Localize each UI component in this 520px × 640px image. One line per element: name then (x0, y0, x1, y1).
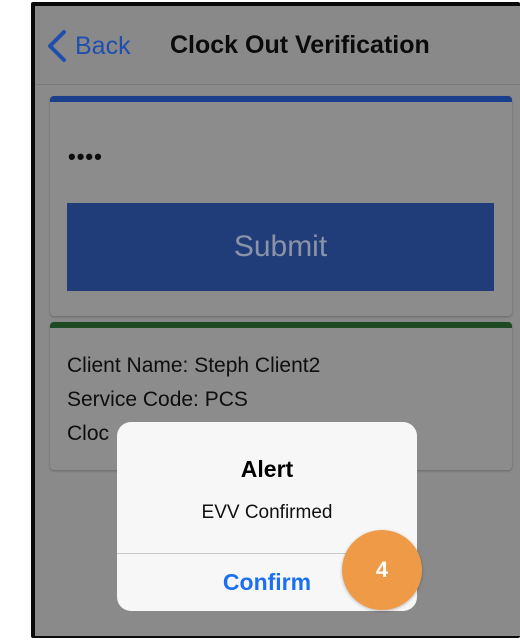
service-code-text: Service Code: PCS (67, 388, 248, 411)
back-button[interactable]: Back (45, 28, 131, 64)
navigation-bar: Back Clock Out Verification (35, 6, 520, 85)
clock-info-text: Cloc (67, 422, 110, 445)
submit-button[interactable]: Submit (67, 203, 494, 291)
step-number-badge: 4 (342, 530, 422, 610)
app-screen: Back Clock Out Verification •••• Submit … (35, 6, 520, 636)
page-title: Clock Out Verification (170, 31, 430, 59)
pin-input[interactable]: •••• (68, 144, 103, 170)
client-name-text: Client Name: Steph Client2 (67, 354, 321, 377)
chevron-left-icon (48, 30, 66, 62)
alert-title: Alert (240, 456, 294, 482)
pin-card: •••• Submit (50, 96, 512, 316)
alert-message: EVV Confirmed (201, 502, 333, 523)
back-button-label: Back (75, 31, 131, 60)
screenshot-frame: Back Clock Out Verification •••• Submit … (0, 0, 520, 640)
